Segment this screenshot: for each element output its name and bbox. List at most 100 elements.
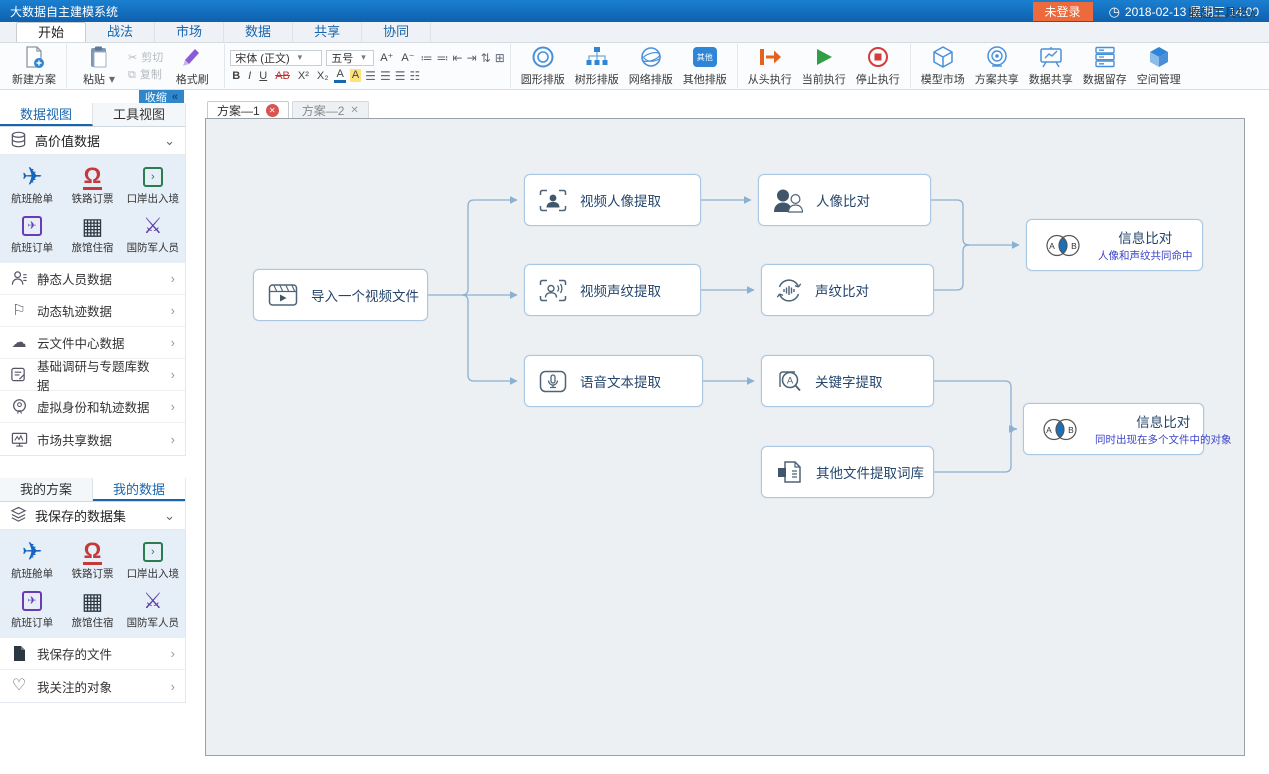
strikethrough-button[interactable]: AB — [273, 69, 292, 83]
my-followed-objects[interactable]: ♡ 我关注的对象 › — [0, 670, 185, 702]
stop-execution-button[interactable]: 停止执行 — [851, 45, 905, 87]
outdent-icon[interactable]: ⇤ — [453, 51, 463, 65]
my-saved-files[interactable]: 我保存的文件 › — [0, 638, 185, 670]
node-info-compare-2[interactable]: AB 信息比对 同时出现在多个文件中的对象 — [1023, 403, 1204, 455]
align-right-icon[interactable]: ☰ — [395, 69, 406, 83]
high-value-data-section[interactable]: 高价值数据 ⌄ — [0, 127, 185, 155]
sidebar-collapse-button[interactable]: 收缩 « — [139, 90, 184, 104]
paste-button[interactable]: 粘贴▾ — [72, 45, 126, 87]
chevron-right-icon: › — [171, 432, 175, 447]
database-icon — [10, 131, 27, 151]
align-left-icon[interactable]: ☰ — [365, 69, 376, 83]
node-subtitle: 人像和声纹共同命中 — [1098, 248, 1193, 263]
tab-data[interactable]: 数据 — [224, 22, 293, 42]
collapse-toolbar-button[interactable]: 收起工具栏∧ — [1188, 4, 1257, 21]
close-tab-icon[interactable]: ✕ — [266, 104, 279, 117]
justify-icon[interactable]: ☷ — [409, 69, 420, 83]
node-video-voiceprint-extract[interactable]: 视频声纹提取 — [524, 264, 701, 316]
plan-share-button[interactable]: 方案共享 — [970, 45, 1024, 87]
tab-collaborate[interactable]: 协同 — [362, 22, 431, 42]
node-face-compare[interactable]: 人像比对 — [758, 174, 931, 226]
chevron-right-icon: › — [171, 646, 175, 661]
group-new-plan: 新建方案 — [2, 44, 67, 88]
align-center-icon[interactable]: ☰ — [380, 69, 391, 83]
dataset-hotel-stay[interactable]: ▦旅馆住宿 — [62, 584, 122, 633]
subscript-button[interactable]: X₂ — [315, 69, 331, 83]
tab-tool-view[interactable]: 工具视图 — [93, 103, 185, 126]
tree-layout-button[interactable]: 树形排版 — [570, 45, 624, 87]
close-tab-icon[interactable]: ✕ — [350, 105, 358, 116]
login-status-badge[interactable]: 未登录 — [1033, 2, 1093, 21]
cut-button[interactable]: ✂剪切 — [126, 51, 165, 65]
tab-market[interactable]: 市场 — [155, 22, 224, 42]
run-current-button[interactable]: 当前执行 — [797, 45, 851, 87]
font-color-button[interactable]: A — [334, 69, 345, 83]
node-speech-text-extract[interactable]: 语音文本提取 — [524, 355, 703, 407]
tab-start[interactable]: 开始 — [16, 22, 86, 42]
italic-button[interactable]: I — [246, 69, 253, 83]
space-management-label: 空间管理 — [1137, 71, 1181, 87]
plan-tab-2[interactable]: 方案—2 ✕ — [292, 101, 369, 118]
node-voiceprint-compare[interactable]: 声纹比对 — [761, 264, 934, 316]
other-layout-button[interactable]: 其他 其他排版 — [678, 45, 732, 87]
bullets-icon[interactable]: ≔ — [421, 51, 433, 65]
data-retention-button[interactable]: 数据留存 — [1078, 45, 1132, 87]
category-static-personnel[interactable]: 静态人员数据 › — [0, 263, 185, 295]
node-video-face-extract[interactable]: 视频人像提取 — [524, 174, 701, 226]
superscript-button[interactable]: X² — [296, 69, 311, 83]
dataset-military-personnel[interactable]: ⚔国防军人员 — [123, 584, 183, 633]
node-other-files-lexicon[interactable]: 其他文件提取词库 — [761, 446, 934, 498]
dataset-flight-order[interactable]: ✈航班订单 — [2, 584, 62, 633]
network-layout-icon — [639, 45, 663, 69]
format-painter-button[interactable]: 格式刷 — [165, 45, 219, 87]
circular-layout-button[interactable]: 圆形排版 — [516, 45, 570, 87]
dataset-border-entry[interactable]: ›口岸出入境 — [123, 535, 183, 584]
dataset-hotel-stay[interactable]: ▦旅馆住宿 — [62, 209, 122, 258]
grow-font-button[interactable]: A⁺ — [378, 51, 395, 65]
dataset-rail-ticket[interactable]: Ω铁路订票 — [62, 160, 122, 209]
space-management-button[interactable]: 空间管理 — [1132, 45, 1186, 87]
category-market-shared[interactable]: 市场共享数据 › — [0, 423, 185, 455]
tab-data-view[interactable]: 数据视图 — [0, 103, 93, 126]
category-dynamic-trajectory[interactable]: ⚐ 动态轨迹数据 › — [0, 295, 185, 327]
dataset-flight-manifest[interactable]: ✈航班舱单 — [2, 160, 62, 209]
dataset-military-personnel[interactable]: ⚔国防军人员 — [123, 209, 183, 258]
node-info-compare-1[interactable]: AB 信息比对 人像和声纹共同命中 — [1026, 219, 1203, 271]
indent-icon[interactable]: ⇥ — [467, 51, 477, 65]
new-plan-button[interactable]: 新建方案 — [7, 45, 61, 87]
model-market-button[interactable]: 模型市场 — [916, 45, 970, 87]
network-layout-button[interactable]: 网络排版 — [624, 45, 678, 87]
dataset-border-entry[interactable]: ›口岸出入境 — [123, 160, 183, 209]
data-share-button[interactable]: 数据共享 — [1024, 45, 1078, 87]
font-family-select[interactable]: 宋体 (正文)▾ — [230, 50, 322, 66]
highlight-color-button[interactable]: A — [350, 69, 361, 82]
shrink-font-button[interactable]: A⁻ — [399, 51, 416, 65]
sort-icon[interactable]: ⇅ — [481, 51, 491, 65]
category-research-library[interactable]: 基础调研与专题库数据 › — [0, 359, 185, 391]
plan-tab-1[interactable]: 方案—1 ✕ — [207, 101, 289, 118]
tab-tactics[interactable]: 战法 — [86, 22, 155, 42]
category-virtual-identity[interactable]: 虚拟身份和轨迹数据 › — [0, 391, 185, 423]
saved-datasets-section[interactable]: 我保存的数据集 ⌄ — [0, 502, 185, 530]
run-current-label: 当前执行 — [802, 71, 846, 87]
run-from-start-button[interactable]: 从头执行 — [743, 45, 797, 87]
bold-button[interactable]: B — [230, 69, 242, 83]
workflow-canvas[interactable]: 导入一个视频文件 视频人像提取 视频声纹提取 语音文本提取 — [205, 118, 1245, 756]
node-import-video[interactable]: 导入一个视频文件 — [253, 269, 428, 321]
numbering-icon[interactable]: ≕ — [437, 51, 449, 65]
node-keyword-extract[interactable]: A 关键字提取 — [761, 355, 934, 407]
category-cloud-files[interactable]: ☁ 云文件中心数据 › — [0, 327, 185, 359]
tab-share[interactable]: 共享 — [293, 22, 362, 42]
tab-my-data[interactable]: 我的数据 — [93, 478, 185, 501]
tab-my-plans[interactable]: 我的方案 — [0, 478, 93, 501]
group-clipboard: 粘贴▾ ✂剪切 ⧉复制 格式刷 — [67, 44, 225, 88]
copy-button[interactable]: ⧉复制 — [126, 68, 165, 82]
font-size-select[interactable]: 五号▾ — [326, 50, 374, 66]
underline-button[interactable]: U — [257, 69, 269, 83]
dataset-rail-ticket[interactable]: Ω铁路订票 — [62, 535, 122, 584]
dataset-flight-order[interactable]: ✈航班订单 — [2, 209, 62, 258]
table-icon[interactable]: ⊞ — [495, 51, 505, 65]
dataset-flight-manifest[interactable]: ✈航班舱单 — [2, 535, 62, 584]
font-size-dropdown-icon: ▾ — [361, 52, 366, 63]
venn-diagram-icon: AB — [1041, 232, 1085, 259]
